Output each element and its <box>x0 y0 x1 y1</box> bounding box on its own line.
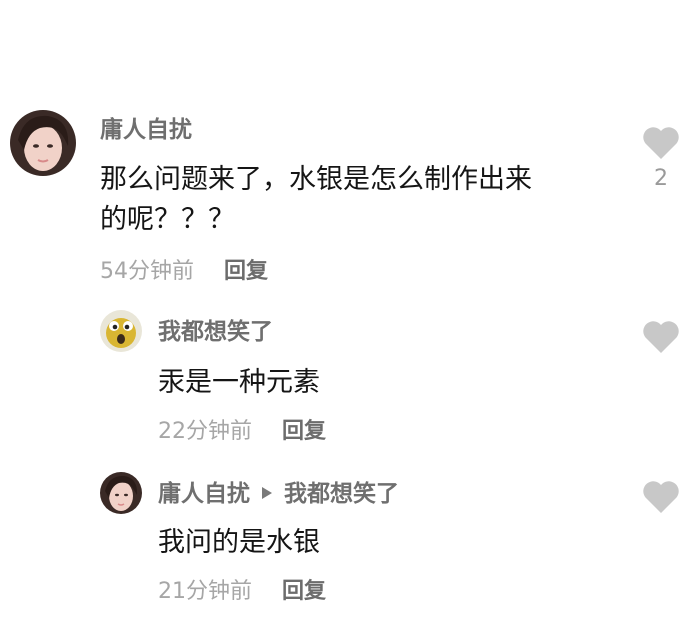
reply-button[interactable]: 回复 <box>282 418 326 446</box>
comment-time: 22分钟前 <box>158 419 252 444</box>
reply-button[interactable]: 回复 <box>224 258 268 286</box>
like-count: 2 <box>654 166 668 191</box>
heart-icon <box>643 481 679 513</box>
comment-time: 54分钟前 <box>100 259 194 284</box>
like-button[interactable] <box>641 320 681 354</box>
comment-username[interactable]: 我都想笑了 <box>158 318 273 346</box>
comment-text: 我问的是水银 <box>158 523 320 563</box>
avatar[interactable] <box>100 472 142 514</box>
like-button[interactable]: 2 <box>641 126 681 191</box>
avatar[interactable] <box>10 110 76 176</box>
cartoon-avatar-icon <box>100 310 142 352</box>
reply-target[interactable]: 我都想笑了 <box>284 481 399 507</box>
comment-item: 庸人自扰 那么问题来了，水银是怎么制作出来 的呢？？？ 54分钟前 回复 2 <box>0 0 690 300</box>
reply-arrow-icon <box>262 487 272 499</box>
like-button[interactable] <box>641 480 681 514</box>
reply-item: 我都想笑了 汞是一种元素 22分钟前 回复 <box>0 300 690 460</box>
reply-item: 庸人自扰 我都想笑了 我问的是水银 21分钟前 回复 <box>0 460 690 626</box>
comment-text-line: 那么问题来了，水银是怎么制作出来 <box>100 164 532 195</box>
comment-meta: 54分钟前 回复 <box>100 258 268 286</box>
avatar[interactable] <box>100 310 142 352</box>
comment-text: 那么问题来了，水银是怎么制作出来 的呢？？？ <box>100 160 532 240</box>
comment-meta: 21分钟前 回复 <box>158 578 326 606</box>
heart-icon <box>643 321 679 353</box>
girl-avatar-icon <box>100 472 142 514</box>
comment-meta: 22分钟前 回复 <box>158 418 326 446</box>
reply-author[interactable]: 庸人自扰 <box>158 481 250 507</box>
comment-username: 庸人自扰 我都想笑了 <box>158 480 399 508</box>
girl-avatar-icon <box>10 110 76 176</box>
comment-time: 21分钟前 <box>158 579 252 604</box>
heart-icon <box>643 127 679 159</box>
reply-button[interactable]: 回复 <box>282 578 326 606</box>
comment-username[interactable]: 庸人自扰 <box>100 116 192 144</box>
comment-section: 庸人自扰 那么问题来了，水银是怎么制作出来 的呢？？？ 54分钟前 回复 2 我… <box>0 0 690 626</box>
comment-text-line: 我问的是水银 <box>158 527 320 558</box>
comment-text-line: 汞是一种元素 <box>158 367 320 398</box>
comment-text-line: 的呢？？？ <box>100 204 235 235</box>
comment-text: 汞是一种元素 <box>158 363 320 403</box>
